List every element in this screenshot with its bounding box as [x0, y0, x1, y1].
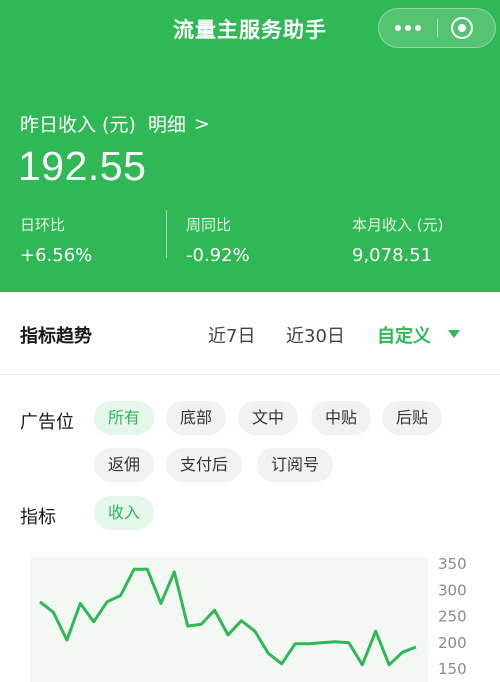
capsule-divider — [437, 19, 438, 37]
stat-label: 周同比 — [186, 216, 232, 234]
miniprogram-capsule — [378, 8, 496, 48]
chip-ad-rebate[interactable]: 返佣 — [94, 448, 155, 482]
y-tick-label: 200 — [438, 634, 467, 652]
chip-ad-mid[interactable]: 中贴 — [311, 401, 372, 435]
plot-area — [30, 557, 428, 682]
caret-down-icon[interactable] — [448, 330, 460, 338]
stat-label: 日环比 — [20, 216, 66, 234]
stat-value: +6.56% — [20, 245, 93, 266]
range-7d[interactable]: 近7日 — [208, 322, 255, 348]
ad-position-label: 广告位 — [20, 412, 74, 433]
stat-week-over-week: 周同比 -0.92% — [186, 214, 250, 266]
close-circle-icon[interactable] — [451, 17, 473, 39]
chip-ad-after-pay[interactable]: 支付后 — [166, 448, 243, 482]
yesterday-income-value: 192.55 — [18, 143, 147, 189]
income-chart: 350 300 250 200 150 — [0, 545, 500, 682]
chip-ad-all[interactable]: 所有 — [94, 401, 155, 435]
metric-label: 指标 — [20, 507, 56, 528]
chip-ad-subscription[interactable]: 订阅号 — [257, 448, 334, 482]
income-detail-link[interactable]: 昨日收入 (元) 明细 > — [20, 110, 210, 137]
y-tick-label: 350 — [438, 555, 467, 573]
range-30d[interactable]: 近30日 — [286, 322, 345, 348]
stat-label: 本月收入 (元) — [352, 216, 444, 234]
y-tick-label: 150 — [438, 660, 467, 678]
chevron-right-icon: > — [193, 112, 210, 135]
y-tick-label: 250 — [438, 608, 467, 626]
chip-ad-in-article[interactable]: 文中 — [238, 401, 299, 435]
more-icon[interactable] — [379, 9, 437, 47]
stat-day-over-day: 日环比 +6.56% — [20, 214, 92, 266]
trend-title: 指标趋势 — [20, 326, 92, 347]
trend-bar: 指标趋势 近7日 近30日 自定义 — [0, 292, 500, 375]
y-tick-label: 300 — [438, 581, 467, 599]
range-custom[interactable]: 自定义 — [377, 322, 431, 348]
stat-value: -0.92% — [186, 245, 250, 266]
stat-month-income: 本月收入 (元) 9,078.51 — [352, 214, 443, 266]
income-title: 昨日收入 (元) — [20, 114, 136, 136]
header: 流量主服务助手 昨日收入 (元) 明细 > 192.55 日环比 +6.56% … — [0, 0, 500, 292]
stat-value: 9,078.51 — [352, 245, 433, 266]
line-chart: 350 300 250 200 150 — [30, 555, 467, 682]
stat-divider — [166, 210, 167, 258]
detail-label: 明细 — [147, 114, 186, 136]
chip-ad-bottom[interactable]: 底部 — [166, 401, 227, 435]
chip-metric-income[interactable]: 收入 — [94, 496, 155, 530]
chip-ad-post[interactable]: 后贴 — [382, 401, 443, 435]
